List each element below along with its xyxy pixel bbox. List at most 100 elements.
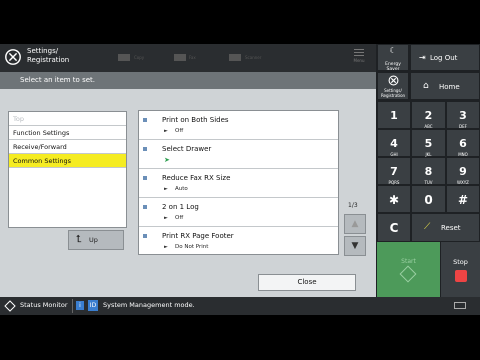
page-title: Settings/ Registration <box>27 47 69 65</box>
home-button[interactable]: ⌂ Home <box>410 72 480 100</box>
scanner-icon[interactable] <box>228 52 242 62</box>
copy-icon[interactable] <box>117 52 131 62</box>
key-5[interactable]: 5 JKL <box>411 129 446 157</box>
key-number: 2 <box>424 109 433 122</box>
memory-indicator-icon <box>454 302 466 309</box>
setting-value: Off <box>175 128 184 134</box>
setting-select-drawer[interactable]: Select Drawer ➤ <box>139 140 338 169</box>
key-2[interactable]: 2 ABC <box>411 101 446 129</box>
setting-name: Print RX Page Footer <box>162 232 234 240</box>
screen: Settings/ Registration Copy Fax Scanner … <box>0 0 480 360</box>
key-9[interactable]: 9 WXYZ <box>446 157 480 185</box>
reset-icon: ⟋ <box>424 222 431 232</box>
key-number: 9 <box>459 165 467 178</box>
status-divider <box>72 299 73 313</box>
key-hash[interactable]: # <box>446 185 480 213</box>
setting-name: 2 on 1 Log <box>162 203 199 211</box>
menu-icon-bar <box>354 52 364 53</box>
triangle-up-icon: ▲ <box>351 219 359 229</box>
setting-2-on-1-log[interactable]: 2 on 1 Log ► Off <box>139 198 338 227</box>
stop-icon <box>455 270 467 282</box>
menu-button[interactable]: Menu <box>350 47 368 69</box>
status-monitor-icon[interactable] <box>4 300 16 312</box>
key-number: 5 <box>424 137 433 150</box>
page-title-line1: Settings/ <box>27 47 59 55</box>
star-icon: ✱ <box>388 193 400 207</box>
energy-saver-button[interactable]: ☾ Energy Saver <box>377 44 409 72</box>
start-label: Start <box>401 258 416 265</box>
touch-pointer-icon: ➤ <box>164 156 170 164</box>
settings-registration-label: Settings/ Registration <box>380 88 406 98</box>
fax-icon[interactable] <box>173 52 187 62</box>
setting-print-rx-page-footer[interactable]: Print RX Page Footer ► Do Not Print <box>139 227 338 256</box>
item-marker-icon <box>143 118 147 122</box>
scroll-down-button[interactable]: ▼ <box>344 236 366 256</box>
key-6[interactable]: 6 MNO <box>446 129 480 157</box>
scroll-up-button[interactable]: ▲ <box>344 214 366 234</box>
setting-print-on-both-sides[interactable]: Print on Both Sides ► Off <box>139 111 338 140</box>
key-number: 0 <box>424 193 433 207</box>
hash-icon: # <box>457 193 469 207</box>
category-item-top[interactable]: Top <box>9 112 126 126</box>
value-arrow-icon: ► <box>164 128 168 134</box>
item-marker-icon <box>143 205 147 209</box>
page-title-line2: Registration <box>27 56 70 64</box>
start-button[interactable]: Start <box>377 242 440 297</box>
log-out-button[interactable]: ⇥ Log Out <box>410 44 480 71</box>
key-4[interactable]: 4 GHI <box>377 129 411 157</box>
category-item-common-settings[interactable]: Common Settings <box>9 154 126 168</box>
key-1[interactable]: 1 <box>377 101 411 129</box>
id-icon: ID <box>88 300 98 311</box>
status-message: System Management mode. <box>103 301 195 309</box>
toolbar-scanner-label: Scanner <box>245 55 262 60</box>
log-out-icon: ⇥ <box>419 53 426 62</box>
start-icon <box>399 265 417 283</box>
setting-name: Print on Both Sides <box>162 116 229 124</box>
menu-label: Menu <box>353 58 365 63</box>
close-button[interactable]: Close <box>258 274 356 291</box>
value-arrow-icon: ► <box>164 244 168 250</box>
info-icon: i <box>76 301 84 310</box>
setting-reduce-fax-rx-size[interactable]: Reduce Fax RX Size ► Auto <box>139 169 338 198</box>
log-out-label: Log Out <box>430 54 458 62</box>
setting-name: Select Drawer <box>162 145 212 153</box>
key-number: 7 <box>390 165 398 178</box>
menu-icon-bar <box>354 49 364 50</box>
setting-value: Do Not Print <box>175 244 209 250</box>
up-button[interactable]: ⮤ Up <box>68 230 124 250</box>
stop-button[interactable]: Stop <box>441 242 480 297</box>
stop-label: Stop <box>453 258 468 266</box>
settings-registration-button[interactable]: Settings/ Registration <box>377 72 409 100</box>
key-number: 1 <box>390 109 398 122</box>
instruction-bar: Select an item to set. <box>0 72 376 89</box>
item-marker-icon <box>143 147 147 151</box>
moon-icon: ☾ <box>389 46 397 55</box>
page-indicator: 1/3 <box>348 202 358 209</box>
setting-value: Auto <box>175 186 188 192</box>
status-monitor-label[interactable]: Status Monitor <box>20 301 68 309</box>
menu-icon-bar <box>354 55 364 56</box>
key-star[interactable]: ✱ <box>377 185 411 213</box>
setting-name: Reduce Fax RX Size <box>162 174 231 182</box>
clear-button[interactable]: C <box>377 213 411 242</box>
category-item-receive-forward[interactable]: Receive/Forward <box>9 140 126 154</box>
item-marker-icon <box>143 234 147 238</box>
key-7[interactable]: 7 PQRS <box>377 157 411 185</box>
key-8[interactable]: 8 TUV <box>411 157 446 185</box>
toolbar-fax-label: Fax <box>189 55 196 60</box>
key-0[interactable]: 0 <box>411 185 446 213</box>
key-3[interactable]: 3 DEF <box>446 101 480 129</box>
clear-label: C <box>389 221 399 235</box>
item-marker-icon <box>143 176 147 180</box>
settings-registration-icon <box>5 49 21 65</box>
key-number: 8 <box>424 165 433 178</box>
up-label: Up <box>89 236 98 244</box>
category-item-function-settings[interactable]: Function Settings <box>9 126 126 140</box>
category-list: Top Function Settings Receive/Forward Co… <box>8 111 127 228</box>
reset-button[interactable]: ⟋ Reset <box>411 213 480 242</box>
home-label: Home <box>439 83 460 91</box>
up-arrow-icon: ⮤ <box>76 234 82 245</box>
triangle-down-icon: ▼ <box>351 241 359 251</box>
key-number: 6 <box>459 137 467 150</box>
toolbar-copy-label: Copy <box>134 55 145 60</box>
